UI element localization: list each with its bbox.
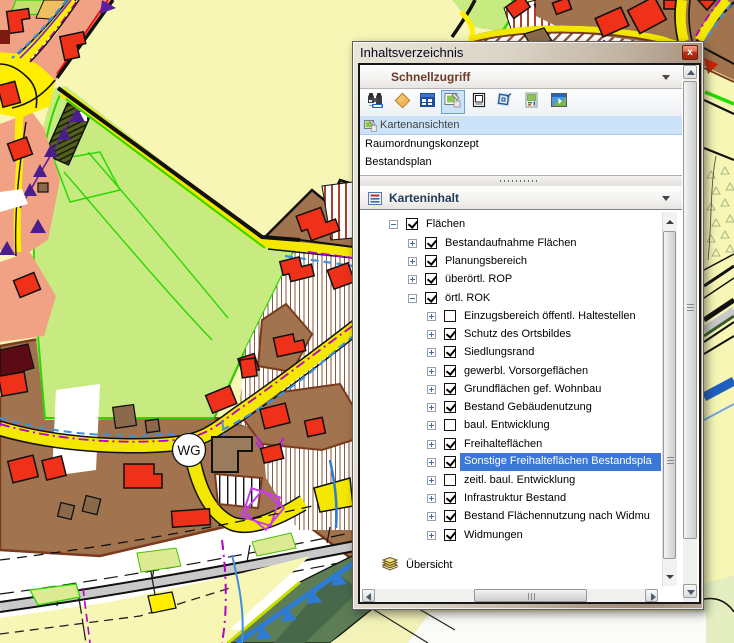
svg-text:WG: WG <box>177 443 200 458</box>
